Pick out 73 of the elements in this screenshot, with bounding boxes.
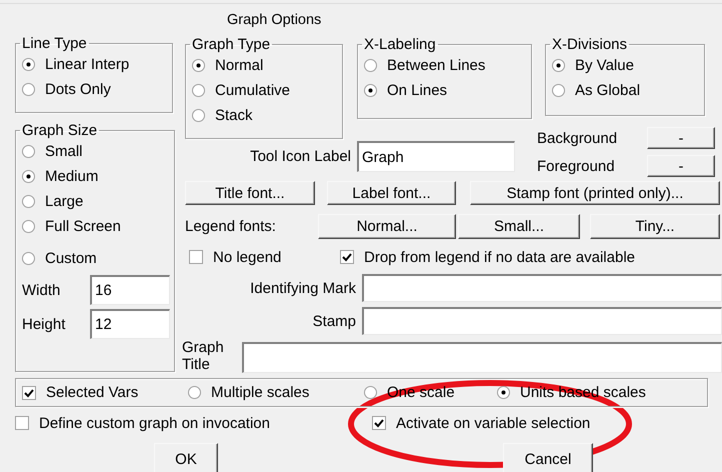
checkbox-icon[interactable]	[189, 250, 203, 264]
radio-option[interactable]: Stack	[192, 103, 253, 128]
input-field[interactable]	[362, 307, 722, 335]
field-label: Identifying Mark	[249, 280, 357, 296]
radio-option[interactable]: Linear Interp	[22, 52, 130, 77]
radio-icon[interactable]	[22, 195, 35, 208]
radio-icon[interactable]	[22, 145, 35, 158]
field-label: Width	[22, 282, 62, 298]
input-field[interactable]	[362, 274, 722, 302]
ok-button[interactable]: OK	[154, 443, 218, 472]
radio-option[interactable]: Medium	[22, 164, 98, 189]
radio-option[interactable]: Large	[22, 189, 84, 214]
font-button[interactable]: Normal...	[318, 214, 456, 239]
radio-option[interactable]: By Value	[552, 53, 634, 78]
radio-icon[interactable]	[552, 59, 565, 72]
group-label: Graph Type	[191, 36, 272, 53]
radio-option[interactable]: Normal	[192, 53, 264, 78]
radio-icon[interactable]	[192, 109, 205, 122]
font-button[interactable]: Stamp font (printed only)...	[470, 181, 720, 205]
radio-option[interactable]: Dots Only	[22, 77, 111, 102]
radio-icon[interactable]	[364, 386, 377, 399]
group-label: Line Type	[21, 35, 88, 52]
radio-icon[interactable]	[364, 84, 377, 97]
radio-option[interactable]: Cumulative	[192, 78, 290, 103]
color-button[interactable]: -	[647, 127, 715, 149]
field-label: Height	[22, 316, 66, 332]
radio-option[interactable]: Custom	[22, 246, 97, 271]
input-field[interactable]: 16	[90, 275, 170, 305]
font-button[interactable]: Tiny...	[590, 214, 720, 239]
radio-icon[interactable]	[22, 58, 35, 71]
checkbox-option[interactable]: Activate on variable selection	[372, 412, 590, 434]
input-field[interactable]: 12	[90, 309, 170, 339]
checkbox-option[interactable]: Define custom graph on invocation	[15, 412, 270, 434]
color-label: Foreground	[537, 158, 616, 174]
radio-option[interactable]: On Lines	[364, 78, 448, 103]
checkbox-option[interactable]: Selected Vars	[22, 382, 138, 404]
radio-icon[interactable]	[192, 84, 205, 97]
input-field[interactable]	[242, 342, 722, 373]
radio-icon[interactable]	[552, 84, 565, 97]
checkbox-icon[interactable]	[15, 416, 29, 430]
field-label: Stamp	[312, 312, 357, 330]
radio-icon[interactable]	[192, 59, 205, 72]
font-button[interactable]: Label font...	[327, 181, 456, 205]
radio-option[interactable]: Full Screen	[22, 214, 121, 239]
checkbox-icon[interactable]	[22, 386, 36, 400]
radio-option[interactable]: Small	[22, 139, 83, 164]
field-label: Tool Icon Label	[250, 148, 351, 165]
radio-icon[interactable]	[22, 170, 35, 183]
group-label: Graph Size	[21, 122, 98, 139]
radio-icon[interactable]	[22, 252, 35, 265]
color-label: Background	[537, 130, 618, 146]
radio-option[interactable]: Between Lines	[364, 53, 486, 78]
radio-icon[interactable]	[22, 220, 35, 233]
field-label: Graph Title	[182, 339, 225, 373]
radio-icon[interactable]	[364, 59, 377, 72]
color-button[interactable]: -	[647, 155, 715, 177]
checkbox-icon[interactable]	[340, 250, 354, 264]
radio-option[interactable]: As Global	[552, 78, 640, 103]
checkbox-option[interactable]: No legend	[189, 246, 282, 268]
font-button[interactable]: Small...	[458, 214, 580, 239]
dialog-title: Graph Options	[227, 12, 322, 28]
radio-option[interactable]: Multiple scales	[188, 380, 310, 405]
group-label: X-Labeling	[363, 36, 437, 53]
radio-icon[interactable]	[497, 386, 510, 399]
cancel-button[interactable]: Cancel	[503, 443, 593, 472]
radio-icon[interactable]	[22, 83, 35, 96]
radio-icon[interactable]	[188, 386, 201, 399]
input-field[interactable]: Graph	[357, 141, 515, 172]
checkbox-icon[interactable]	[372, 416, 386, 430]
group-label: X-Divisions	[551, 36, 628, 53]
legend-fonts-label: Legend fonts:	[185, 218, 277, 235]
font-button[interactable]: Title font...	[185, 181, 315, 205]
checkbox-option[interactable]: Drop from legend if no data are available	[340, 246, 635, 268]
